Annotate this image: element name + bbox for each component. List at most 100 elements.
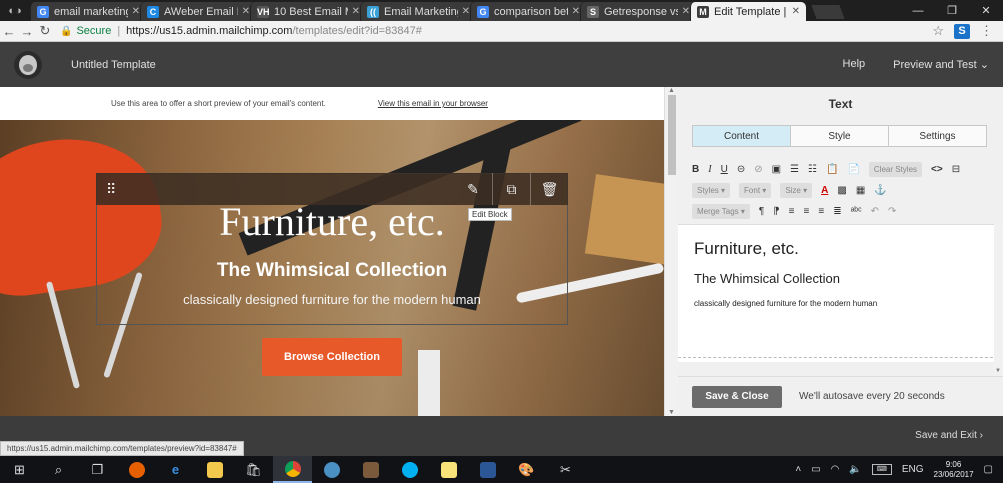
spellcheck-icon[interactable]: ᵃᵇᶜ bbox=[851, 206, 862, 217]
chrome-icon[interactable] bbox=[273, 456, 312, 483]
browser-tab[interactable]: VH 10 Best Email M ✕ bbox=[250, 2, 366, 21]
tab-content[interactable]: Content bbox=[693, 126, 790, 146]
table-icon[interactable]: ▦ bbox=[856, 185, 865, 196]
close-tab-icon[interactable]: ✕ bbox=[682, 6, 690, 17]
scroll-up-icon[interactable]: ▲ bbox=[668, 87, 675, 94]
numbered-list-icon[interactable]: ☰ bbox=[790, 164, 799, 175]
browser-tab[interactable]: M Edit Template | M ✕ bbox=[690, 2, 806, 21]
browser-tab[interactable]: C AWeber Email M ✕ bbox=[140, 2, 256, 21]
ltr-icon[interactable]: ¶ bbox=[759, 206, 764, 217]
url-input[interactable]: 🔒 Secure | https://us15.admin.mailchimp.… bbox=[60, 23, 932, 40]
maximize-icon[interactable]: ❐ bbox=[935, 0, 969, 21]
canvas-scrollbar[interactable]: ▲ ▼ bbox=[664, 87, 678, 416]
close-tab-icon[interactable]: ✕ bbox=[572, 6, 580, 17]
paint-icon[interactable]: 🎨 bbox=[507, 456, 546, 483]
tab-settings[interactable]: Settings bbox=[888, 126, 986, 146]
skype-icon[interactable] bbox=[390, 456, 429, 483]
edit-block-icon[interactable]: ✎ bbox=[454, 173, 492, 205]
save-close-button[interactable]: Save & Close bbox=[692, 385, 782, 408]
browse-collection-button[interactable]: Browse Collection bbox=[262, 338, 402, 376]
preview-test-menu[interactable]: Preview and Test ⌄ bbox=[893, 58, 989, 71]
wifi-icon[interactable]: ◠ bbox=[831, 464, 840, 475]
link-icon[interactable]: ⊝ bbox=[737, 164, 745, 175]
extension-icon[interactable]: S bbox=[954, 23, 970, 39]
back-icon[interactable]: ← bbox=[0, 24, 18, 39]
chevron-up-icon[interactable]: ˄ bbox=[795, 464, 801, 475]
bookmark-star-icon[interactable]: ☆ bbox=[932, 23, 944, 39]
photos-icon[interactable] bbox=[351, 456, 390, 483]
keyboard-icon[interactable]: ⌨ bbox=[871, 464, 892, 475]
browser-tab[interactable]: Gemail marketing ✕ bbox=[30, 2, 146, 21]
close-tab-icon[interactable]: ✕ bbox=[352, 6, 360, 17]
view-in-browser-link[interactable]: View this email in your browser bbox=[378, 99, 488, 108]
windows-start-icon[interactable]: ⊞ bbox=[0, 456, 39, 483]
source-code-icon[interactable]: <> bbox=[931, 164, 943, 175]
mailchimp-logo[interactable] bbox=[0, 42, 56, 87]
minimize-icon[interactable]: — bbox=[901, 0, 935, 21]
align-center-icon[interactable]: ≡ bbox=[804, 206, 810, 217]
file-explorer-icon[interactable] bbox=[195, 456, 234, 483]
clear-styles-button[interactable]: Clear Styles bbox=[868, 161, 923, 177]
size-dropdown[interactable]: Size ▾ bbox=[780, 182, 813, 198]
new-tab-button[interactable] bbox=[811, 5, 845, 19]
delete-block-icon[interactable]: 🗑 bbox=[530, 173, 568, 205]
tab-style[interactable]: Style bbox=[790, 126, 888, 146]
close-tab-icon[interactable]: ✕ bbox=[242, 6, 250, 17]
align-left-icon[interactable]: ≡ bbox=[789, 206, 795, 217]
background-color-icon[interactable]: ▩ bbox=[837, 185, 846, 196]
merge-tags-dropdown[interactable]: Merge Tags ▾ bbox=[692, 203, 750, 219]
scroll-down-icon[interactable]: ▼ bbox=[668, 409, 675, 416]
close-tab-icon[interactable]: ✕ bbox=[462, 6, 470, 17]
battery-icon[interactable]: ▭ bbox=[811, 464, 820, 475]
snipping-tool-icon[interactable]: ✂ bbox=[546, 456, 585, 483]
menu-icon[interactable]: ⋮ bbox=[980, 23, 993, 39]
clock[interactable]: 9:06 23/06/2017 bbox=[934, 460, 974, 480]
preheader[interactable]: Use this area to offer a short preview o… bbox=[0, 87, 664, 120]
language-indicator[interactable]: ENG bbox=[902, 464, 924, 475]
justify-icon[interactable]: ≣ bbox=[833, 206, 841, 217]
volume-icon[interactable]: 🔈 bbox=[849, 464, 861, 475]
reload-icon[interactable]: ↻ bbox=[36, 23, 54, 39]
editor-scrollbar[interactable]: ▼ bbox=[994, 224, 1003, 376]
help-link[interactable]: Help bbox=[843, 58, 866, 71]
browser-tab[interactable]: Gcomparison betw ✕ bbox=[470, 2, 586, 21]
browser-tab[interactable]: ((Email Marketing ✕ bbox=[360, 2, 476, 21]
edge-icon[interactable]: e bbox=[156, 456, 195, 483]
redo-icon[interactable]: ↷ bbox=[888, 206, 896, 217]
unlink-icon[interactable]: ⊘ bbox=[754, 164, 762, 175]
align-right-icon[interactable]: ≡ bbox=[818, 206, 824, 217]
task-view-icon[interactable]: ❐ bbox=[78, 456, 117, 483]
scrollbar-thumb[interactable] bbox=[668, 95, 676, 175]
underline-button[interactable]: U bbox=[721, 164, 728, 175]
paste-icon[interactable]: 📋 bbox=[826, 164, 838, 175]
search-icon[interactable]: ⌕ bbox=[39, 456, 78, 483]
notifications-icon[interactable]: ▢ bbox=[984, 464, 993, 475]
paste-text-icon[interactable]: 📄 bbox=[847, 164, 859, 175]
duplicate-block-icon[interactable]: ⧉ bbox=[492, 173, 530, 205]
undo-icon[interactable]: ↶ bbox=[871, 206, 879, 217]
bullet-list-icon[interactable]: ☷ bbox=[808, 164, 817, 175]
italic-button[interactable]: I bbox=[708, 164, 711, 175]
image-icon[interactable]: ▣ bbox=[772, 164, 781, 175]
rich-text-editor[interactable]: Furniture, etc. The Whimsical Collection… bbox=[678, 224, 1003, 362]
maximize-editor-icon[interactable]: ⊟ bbox=[952, 164, 960, 175]
styles-dropdown[interactable]: Styles ▾ bbox=[692, 182, 731, 198]
close-tab-icon[interactable]: ✕ bbox=[132, 6, 140, 17]
save-exit-button[interactable]: Save and Exit › bbox=[915, 430, 983, 441]
bold-button[interactable]: B bbox=[692, 164, 699, 175]
text-color-icon[interactable]: A bbox=[821, 185, 828, 196]
anchor-icon[interactable]: ⚓ bbox=[874, 185, 886, 196]
store-icon[interactable]: 🛍 bbox=[234, 456, 273, 483]
word-icon[interactable] bbox=[468, 456, 507, 483]
sticky-notes-icon[interactable] bbox=[429, 456, 468, 483]
rtl-icon[interactable]: ⁋ bbox=[773, 206, 779, 217]
close-tab-icon[interactable]: ✕ bbox=[792, 6, 800, 17]
forward-icon[interactable]: → bbox=[18, 24, 36, 39]
drag-handle-icon[interactable]: ⠿ bbox=[106, 181, 122, 198]
font-dropdown[interactable]: Font ▾ bbox=[739, 182, 772, 198]
globe-app-icon[interactable] bbox=[312, 456, 351, 483]
template-title[interactable]: Untitled Template bbox=[71, 59, 156, 71]
browser-tab[interactable]: S Getresponse vs ✕ bbox=[580, 2, 696, 21]
scroll-down-icon[interactable]: ▼ bbox=[995, 368, 1001, 374]
firefox-icon[interactable] bbox=[117, 456, 156, 483]
